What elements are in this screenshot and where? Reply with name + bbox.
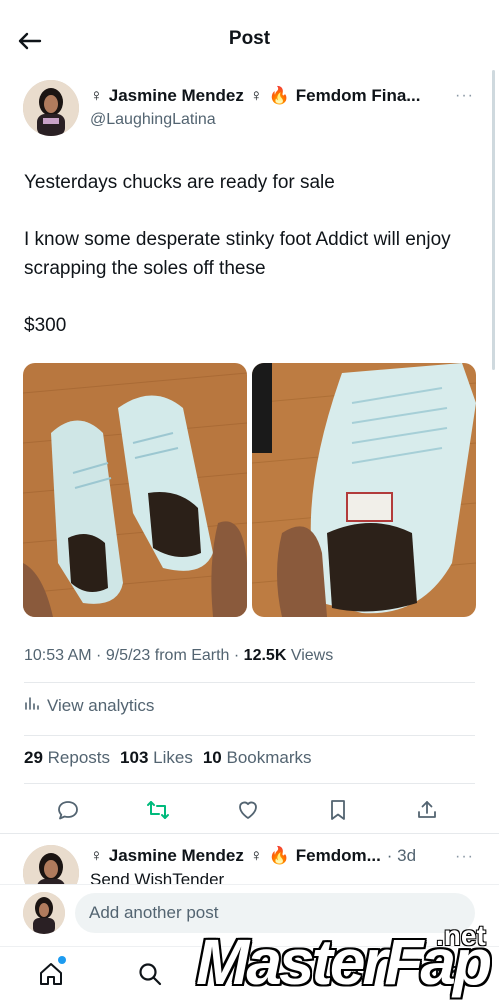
watermark-suffix: .net [436, 920, 486, 951]
fire-icon: 🔥 [268, 86, 290, 105]
bookmark-icon[interactable] [323, 795, 353, 825]
post-photo[interactable] [23, 363, 247, 617]
view-analytics-link[interactable]: View analytics [24, 695, 154, 716]
action-bar [0, 795, 499, 825]
author-name[interactable]: Jasmine Mendez [109, 86, 244, 106]
views-count: 12.5K [243, 647, 287, 664]
reply-author-row[interactable]: ♀ Jasmine Mendez ♀ 🔥 Femdom... · 3d [90, 846, 416, 866]
notification-dot [58, 956, 66, 964]
repost-icon[interactable] [143, 795, 173, 825]
bookmarks-stat[interactable]: 10 Bookmarks [203, 748, 312, 768]
analytics-icon [24, 695, 40, 716]
post-text-line: Yesterdays chucks are ready for sale [24, 172, 335, 193]
divider [0, 833, 499, 834]
search-icon[interactable] [135, 959, 165, 989]
divider [24, 735, 475, 736]
post-photo[interactable] [252, 363, 476, 617]
scrollbar[interactable] [492, 70, 495, 370]
like-icon[interactable] [233, 795, 263, 825]
author-handle[interactable]: @LaughingLatina [90, 111, 216, 129]
more-options-icon[interactable]: ··· [455, 87, 474, 105]
author-name-row[interactable]: ♀ Jasmine Mendez ♀ 🔥 Femdom Fina... [90, 86, 420, 106]
post-source: from Earth [154, 647, 230, 664]
post-text-line: I know some desperate stinky foot Addict… [24, 229, 451, 279]
fire-icon: 🔥 [268, 846, 290, 865]
post-text: Yesterdays chucks are ready for sale I k… [24, 168, 474, 340]
avatar[interactable] [23, 892, 65, 934]
author-badge[interactable]: Femdom Fina... [296, 86, 421, 106]
author-name[interactable]: Jasmine Mendez [109, 846, 244, 866]
likes-stat[interactable]: 103 Likes [120, 748, 193, 768]
share-icon[interactable] [412, 795, 442, 825]
author-badge[interactable]: Femdom... [296, 846, 381, 866]
engagement-stats: 29 Reposts 103 Likes 10 Bookmarks [24, 748, 312, 768]
views-label: Views [290, 647, 334, 664]
top-bar: Post [0, 0, 499, 80]
avatar[interactable] [23, 80, 79, 136]
analytics-label[interactable]: View analytics [47, 696, 154, 716]
gender-icon: ♀ [90, 846, 103, 865]
divider [24, 682, 475, 683]
post-text-line: $300 [24, 315, 67, 336]
post-meta: 10:53 AM · 9/5/23 from Earth · 12.5K Vie… [24, 647, 334, 664]
reply-time[interactable]: · 3d [387, 846, 416, 866]
post-time: 10:53 AM [24, 647, 92, 664]
reply-icon[interactable] [53, 795, 83, 825]
divider [24, 783, 475, 784]
more-options-icon[interactable]: ··· [455, 848, 474, 866]
post-date: 9/5/23 [105, 647, 151, 664]
page-title: Post [228, 28, 271, 49]
gender-icon: ♀ [90, 86, 103, 105]
gender-icon: ♀ [249, 86, 263, 105]
reposts-stat[interactable]: 29 Reposts [24, 748, 110, 768]
gender-icon: ♀ [249, 846, 263, 865]
